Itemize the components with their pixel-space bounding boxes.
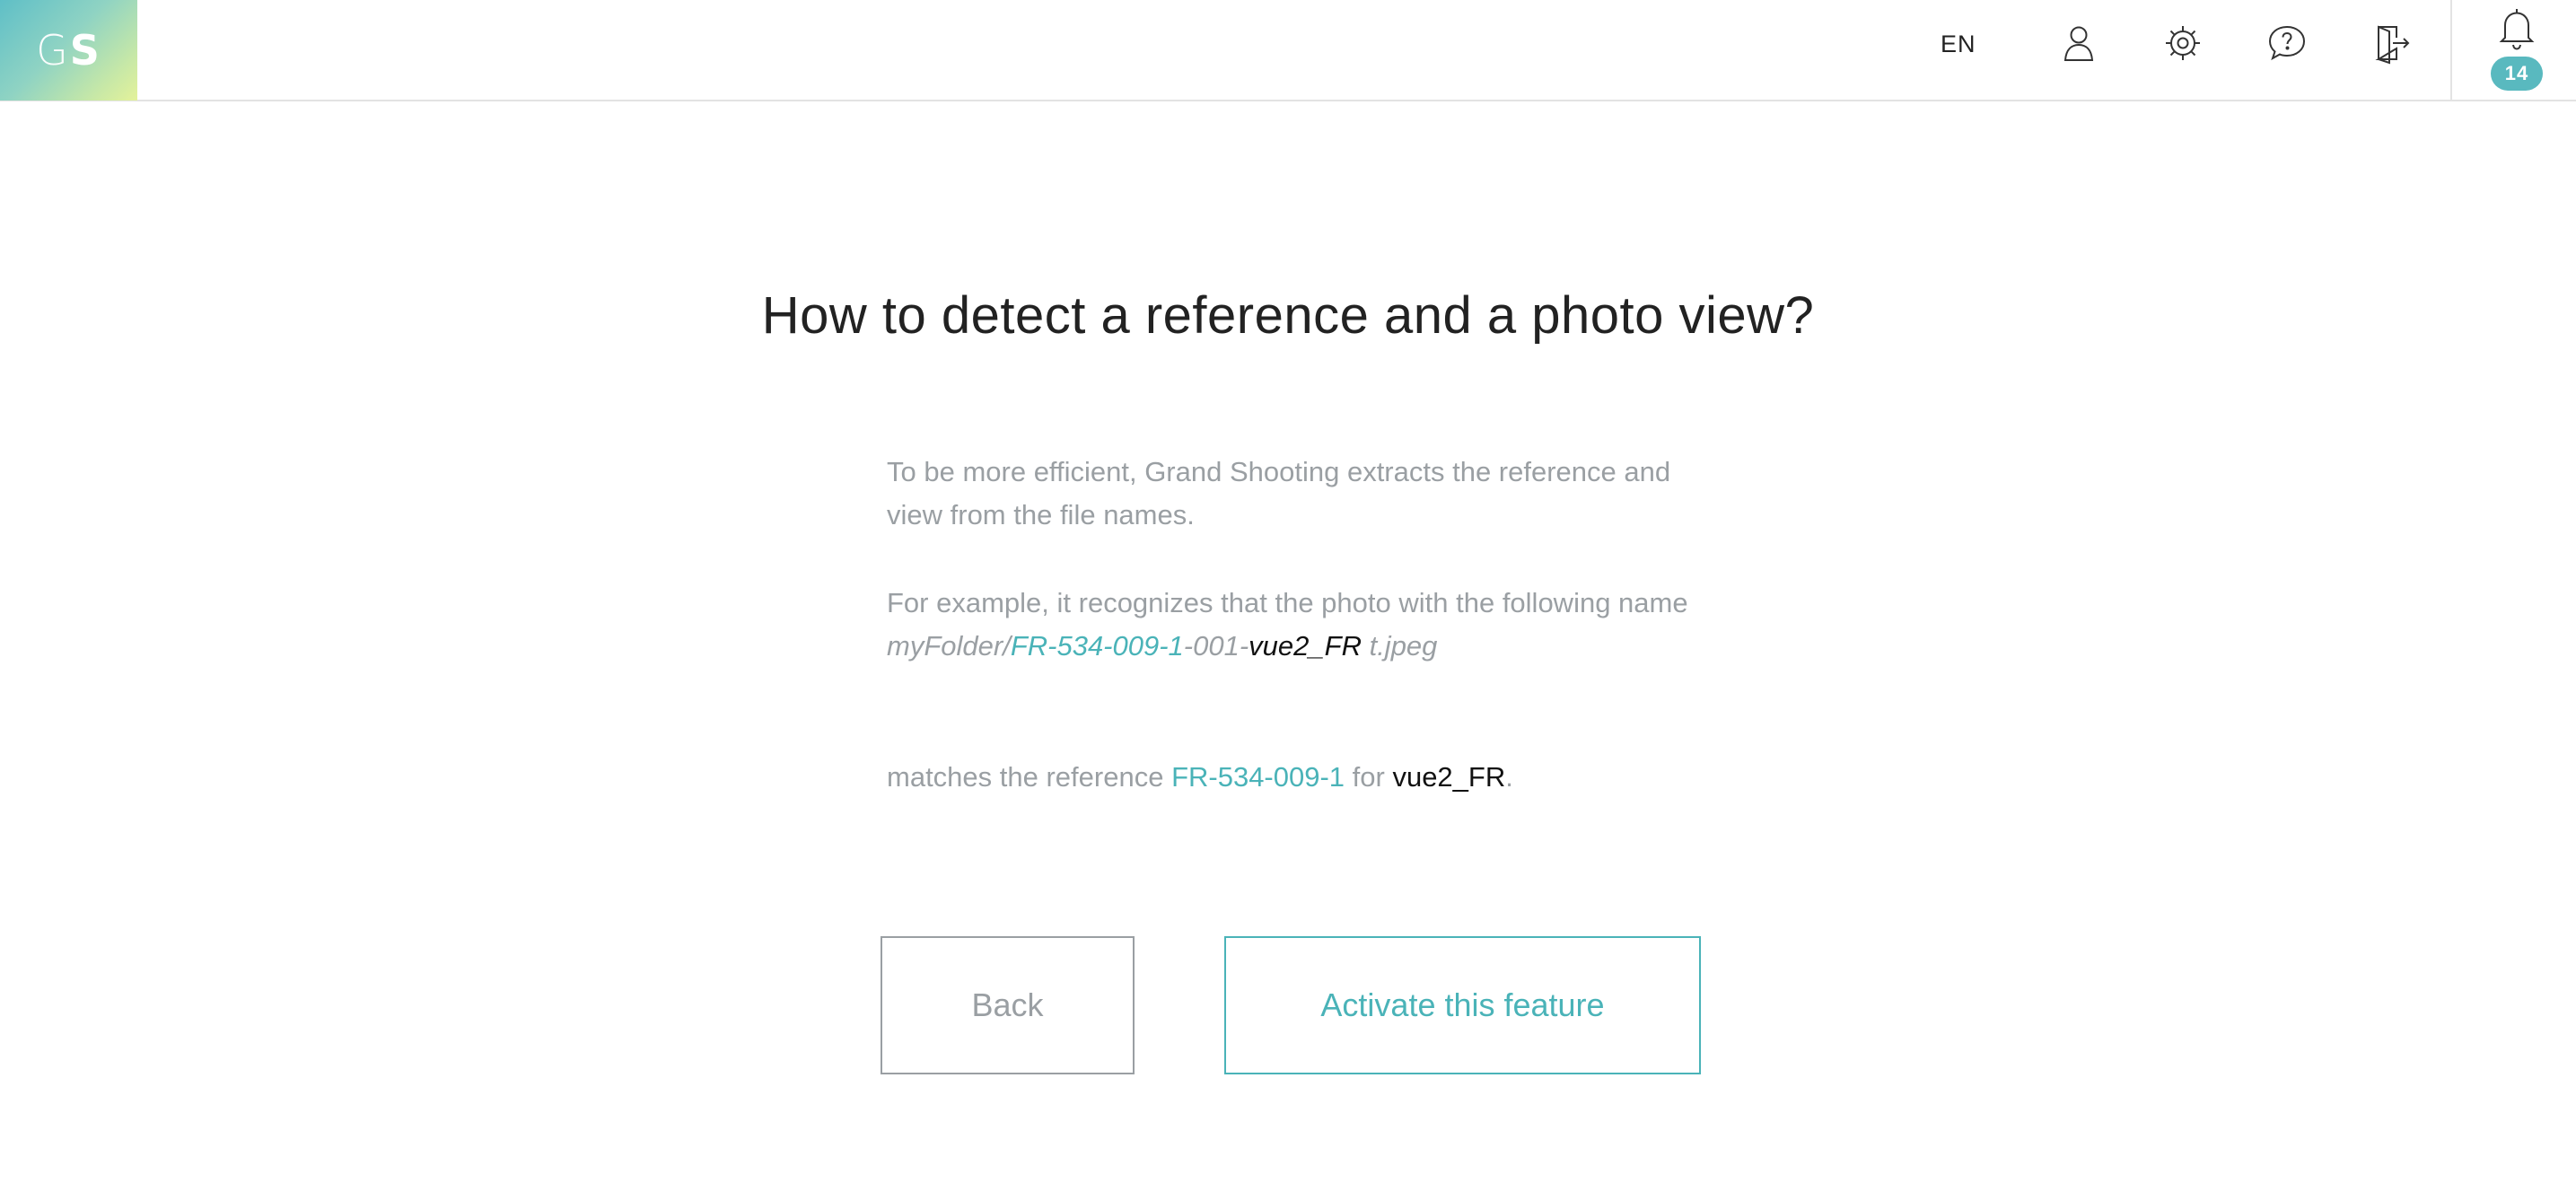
page-title: How to detect a reference and a photo vi…	[761, 286, 1815, 345]
example-filename: myFolder/FR-534-009-1-001-vue2_FR t.jpeg	[887, 625, 1695, 668]
match-reference: FR-534-009-1	[1171, 761, 1345, 793]
user-icon[interactable]	[2057, 22, 2100, 65]
header-divider	[2450, 0, 2452, 101]
app-logo[interactable]: GS	[0, 0, 137, 101]
example-middle: -001-	[1183, 630, 1249, 662]
match-paragraph: matches the reference FR-534-009-1 for v…	[887, 756, 1695, 799]
top-bar: GS EN 14	[0, 0, 2576, 101]
match-prefix: matches the reference	[887, 761, 1172, 793]
example-intro-text: For example, it recognizes that the phot…	[887, 587, 1688, 618]
match-for: for	[1345, 761, 1393, 793]
bell-icon[interactable]	[2495, 5, 2538, 52]
help-icon[interactable]	[2265, 22, 2309, 65]
settings-icon[interactable]	[2161, 22, 2204, 65]
logo-letter-g: G	[36, 26, 70, 74]
intro-paragraph: To be more efficient, Grand Shooting ext…	[887, 456, 1671, 530]
example-suffix: t.jpeg	[1361, 630, 1438, 662]
match-end: .	[1505, 761, 1513, 793]
activate-feature-button[interactable]: Activate this feature	[1224, 936, 1701, 1074]
example-paragraph: For example, it recognizes that the phot…	[887, 582, 1695, 668]
language-selector[interactable]: EN	[1941, 31, 1976, 58]
logout-icon[interactable]	[2370, 22, 2413, 65]
back-button[interactable]: Back	[881, 936, 1135, 1074]
example-reference: FR-534-009-1	[1010, 630, 1184, 662]
example-view: vue2_FR	[1249, 630, 1362, 662]
match-view: vue2_FR	[1392, 761, 1506, 793]
example-folder: myFolder/	[887, 630, 1011, 662]
notification-count-badge[interactable]: 14	[2491, 57, 2543, 91]
logo-letter-s: S	[69, 26, 101, 74]
